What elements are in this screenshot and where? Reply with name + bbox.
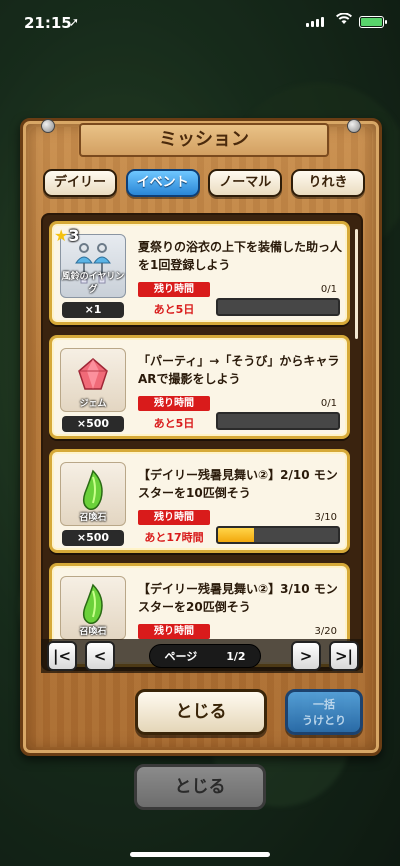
gem-icon bbox=[78, 358, 108, 390]
remaining-label: 残り時間 bbox=[138, 510, 210, 525]
tab-normal[interactable]: ノーマル bbox=[208, 169, 283, 197]
prev-page-button[interactable]: < bbox=[85, 641, 115, 671]
tab-daily[interactable]: デイリー bbox=[43, 169, 117, 197]
status-bar: 21:15 ➚ bbox=[0, 0, 400, 44]
reward-thumbnail: 召喚石 bbox=[60, 576, 126, 640]
reward-thumbnail: ジェム bbox=[60, 348, 126, 412]
bulk-receive-label-line2: うけとり bbox=[302, 714, 346, 727]
page-number: 1/2 bbox=[226, 649, 246, 663]
reward-name: 召喚石 bbox=[79, 627, 107, 637]
bulk-receive-button[interactable]: 一括 うけとり bbox=[285, 689, 363, 735]
mission-description: 【デイリー残暑見舞い②】3/10 モンスターを20匹倒そう bbox=[138, 582, 338, 614]
star-icon: ★ bbox=[54, 226, 69, 245]
progress-fill bbox=[218, 528, 254, 542]
reward-quantity: ×1 bbox=[62, 302, 124, 318]
tab-history[interactable]: りれき bbox=[290, 169, 365, 197]
reward-name: 風鈴のイヤリング bbox=[61, 272, 125, 295]
close-button[interactable]: とじる bbox=[135, 689, 267, 735]
progress-count: 3/10 bbox=[314, 512, 337, 523]
home-indicator[interactable] bbox=[130, 852, 270, 857]
first-page-button[interactable]: |< bbox=[47, 641, 77, 671]
mission-description: 夏祭りの浴衣の上下を装備した助っ人を1回登録しよう bbox=[138, 240, 343, 272]
progress-bar bbox=[216, 526, 340, 544]
location-arrow-icon: ➚ bbox=[69, 15, 80, 29]
mission-tabs: デイリー イベント ノーマル りれき bbox=[43, 169, 365, 197]
status-time: 21:15 bbox=[24, 14, 72, 32]
time-left: あと5日 bbox=[153, 303, 195, 316]
reward-name: ジェム bbox=[79, 399, 107, 409]
progress-count: 0/1 bbox=[320, 284, 337, 295]
progress-bar bbox=[216, 412, 340, 430]
progress-count: 0/1 bbox=[320, 398, 337, 409]
reward-thumbnail: 召喚石 bbox=[60, 462, 126, 526]
reward-quantity: ×500 bbox=[62, 416, 124, 432]
remaining-label: 残り時間 bbox=[138, 624, 210, 639]
page-label: ページ bbox=[164, 650, 198, 663]
mission-card[interactable]: 召喚石 ×500 【デイリー残暑見舞い②】2/10 モンスターを10匹倒そう 3… bbox=[49, 449, 350, 553]
mission-panel: ミッション デイリー イベント ノーマル りれき 風鈴のイヤリング ★3 ×1 … bbox=[20, 118, 382, 756]
reward-name: 召喚石 bbox=[79, 513, 107, 523]
battery-icon bbox=[359, 16, 387, 28]
time-left: あと17時間 bbox=[144, 531, 204, 544]
cellular-signal-icon bbox=[306, 17, 324, 27]
pin-icon bbox=[347, 119, 361, 133]
bulk-receive-label-line1: 一括 bbox=[313, 698, 335, 711]
rarity-value: 3 bbox=[68, 226, 80, 245]
rarity-stars: ★3 bbox=[54, 226, 79, 245]
pagination-bar: |< < ページ 1/2 > >| bbox=[41, 639, 363, 673]
last-page-button[interactable]: >| bbox=[329, 641, 359, 671]
summon-stone-icon bbox=[82, 583, 103, 625]
progress-count: 3/20 bbox=[314, 626, 337, 637]
wifi-icon bbox=[336, 12, 352, 29]
mission-card[interactable]: ジェム ×500 「パーティ」→「そうび」からキャラARで撮影をしよう 0/1 … bbox=[49, 335, 350, 439]
reward-quantity: ×500 bbox=[62, 530, 124, 546]
remaining-label: 残り時間 bbox=[138, 282, 210, 297]
pin-icon bbox=[41, 119, 55, 133]
remaining-label: 残り時間 bbox=[138, 396, 210, 411]
mission-list[interactable]: 風鈴のイヤリング ★3 ×1 夏祭りの浴衣の上下を装備した助っ人を1回登録しよう… bbox=[41, 213, 363, 671]
panel-title: ミッション bbox=[79, 123, 329, 157]
mission-card[interactable]: 風鈴のイヤリング ★3 ×1 夏祭りの浴衣の上下を装備した助っ人を1回登録しよう… bbox=[49, 221, 350, 325]
list-scrollbar[interactable] bbox=[355, 229, 358, 339]
tab-event[interactable]: イベント bbox=[125, 169, 200, 197]
background-close-button: とじる bbox=[134, 764, 266, 810]
summon-stone-icon bbox=[82, 469, 103, 511]
time-left: あと5日 bbox=[153, 417, 195, 430]
mission-description: 【デイリー残暑見舞い②】2/10 モンスターを10匹倒そう bbox=[138, 468, 338, 500]
mission-description: 「パーティ」→「そうび」からキャラARで撮影をしよう bbox=[138, 354, 340, 386]
progress-bar bbox=[216, 298, 340, 316]
page-indicator: ページ 1/2 bbox=[149, 644, 261, 668]
next-page-button[interactable]: > bbox=[291, 641, 321, 671]
